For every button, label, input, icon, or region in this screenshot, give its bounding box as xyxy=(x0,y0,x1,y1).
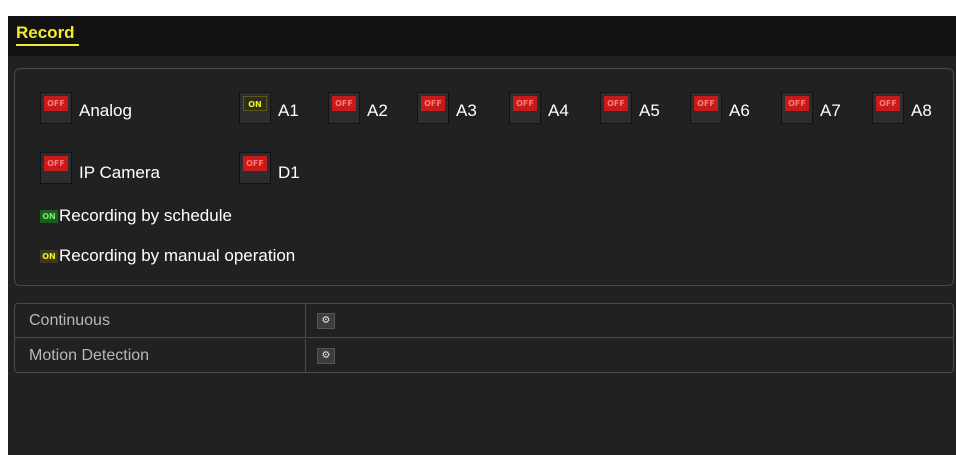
channel-toggle-a2[interactable]: OFF xyxy=(328,92,360,124)
channel-label-a7: A7 xyxy=(820,101,841,120)
gear-icon[interactable]: ⚙ xyxy=(317,348,335,364)
record-type-table: Continuous ⚙ Motion Detection ⚙ xyxy=(14,303,954,373)
off-indicator-icon: OFF xyxy=(44,96,68,111)
on-indicator-icon: ON xyxy=(243,96,267,111)
channel-toggle-d1[interactable]: OFF xyxy=(239,152,271,184)
schedule-indicator-icon: ON xyxy=(40,210,58,223)
channel-label-a1: A1 xyxy=(278,101,299,120)
channel-label-a4: A4 xyxy=(548,101,569,120)
record-type-continuous: Continuous xyxy=(15,304,306,337)
analog-master-toggle[interactable]: OFF xyxy=(40,92,72,124)
record-window: Record OFF Analog ON A1 OFF A2 OFF A3 OF… xyxy=(8,16,956,455)
channel-toggle-a6[interactable]: OFF xyxy=(690,92,722,124)
manual-indicator-icon: ON xyxy=(40,250,58,263)
channel-toggle-a8[interactable]: OFF xyxy=(872,92,904,124)
channel-toggle-a5[interactable]: OFF xyxy=(600,92,632,124)
off-indicator-icon: OFF xyxy=(694,96,718,111)
off-indicator-icon: OFF xyxy=(421,96,445,111)
off-indicator-icon: OFF xyxy=(243,156,267,171)
off-indicator-icon: OFF xyxy=(332,96,356,111)
table-row: Motion Detection ⚙ xyxy=(15,339,953,372)
off-indicator-icon: OFF xyxy=(513,96,537,111)
channel-label-a3: A3 xyxy=(456,101,477,120)
channel-toggle-a1[interactable]: ON xyxy=(239,92,271,124)
channel-label-a5: A5 xyxy=(639,101,660,120)
page-title: Record xyxy=(16,23,79,46)
table-row: Continuous ⚙ xyxy=(15,304,953,338)
channel-label-a8: A8 xyxy=(911,101,932,120)
channel-toggle-a3[interactable]: OFF xyxy=(417,92,449,124)
channel-label-a2: A2 xyxy=(367,101,388,120)
off-indicator-icon: OFF xyxy=(876,96,900,111)
channel-label-d1: D1 xyxy=(278,163,300,182)
channel-label-a6: A6 xyxy=(729,101,750,120)
analog-label: Analog xyxy=(79,101,132,120)
record-type-motion-detection: Motion Detection xyxy=(15,339,306,372)
off-indicator-icon: OFF xyxy=(44,156,68,171)
legend-schedule-label: Recording by schedule xyxy=(59,206,232,225)
ip-camera-master-toggle[interactable]: OFF xyxy=(40,152,72,184)
title-bar: Record xyxy=(8,16,956,56)
off-indicator-icon: OFF xyxy=(604,96,628,111)
channel-toggle-a7[interactable]: OFF xyxy=(781,92,813,124)
off-indicator-icon: OFF xyxy=(785,96,809,111)
channel-status-panel: OFF Analog ON A1 OFF A2 OFF A3 OFF A4 OF… xyxy=(14,68,954,286)
gear-icon[interactable]: ⚙ xyxy=(317,313,335,329)
ip-camera-label: IP Camera xyxy=(79,163,160,182)
legend-manual-label: Recording by manual operation xyxy=(59,246,296,265)
channel-toggle-a4[interactable]: OFF xyxy=(509,92,541,124)
